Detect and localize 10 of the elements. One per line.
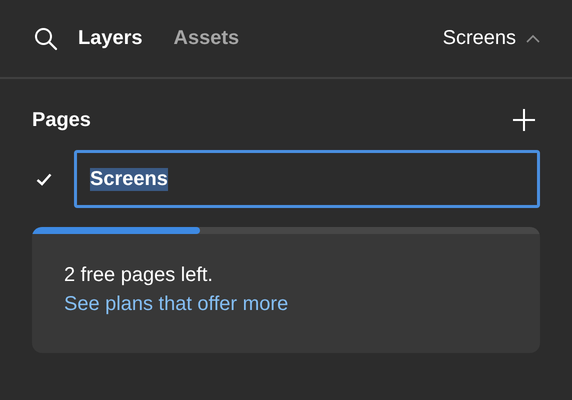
section-title: Pages [32, 108, 91, 132]
tab[interactable]: Assets [174, 27, 240, 50]
plus-icon[interactable] [512, 108, 536, 132]
plans-link[interactable]: See plans that offer more [64, 293, 288, 316]
quota-message: 2 free pages left. [64, 264, 213, 287]
caret-icon [526, 34, 540, 43]
search-icon[interactable] [34, 26, 58, 50]
page-dropdown[interactable]: Screens [442, 27, 540, 50]
page-name-field[interactable]: Screens [74, 150, 540, 208]
tab[interactable]: Layers [78, 27, 142, 50]
